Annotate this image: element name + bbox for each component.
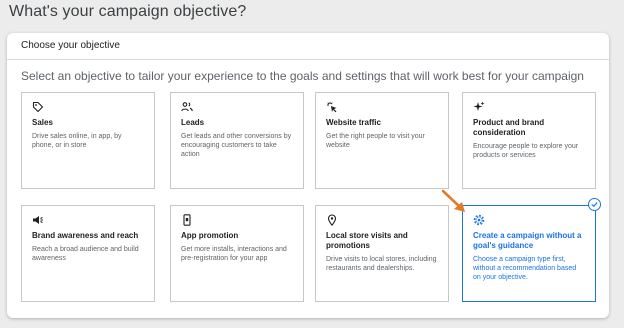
card-description: Get leads and other conversions by encou…: [181, 133, 292, 158]
cursor-click-icon: [327, 102, 337, 113]
gear-icon: [473, 214, 485, 226]
selected-check-icon: [588, 198, 601, 211]
objective-card-website-traffic[interactable]: Website traffic Get the right people to …: [315, 92, 449, 189]
card-description: Drive sales online, in app, by phone, or…: [32, 133, 122, 149]
card-title: Product and brand consideration: [473, 118, 545, 137]
page-title: What's your campaign objective?: [9, 3, 247, 20]
objective-panel: Choose your objective Select an objectiv…: [7, 33, 609, 318]
card-description: Choose a campaign type first, without a …: [473, 256, 577, 281]
megaphone-icon: [33, 216, 43, 224]
objective-card-sales[interactable]: Sales Drive sales online, in app, by pho…: [21, 92, 155, 189]
phone-icon: [183, 214, 191, 226]
tag-icon: [32, 101, 44, 113]
objective-card-no-goal-guidance[interactable]: Create a campaign without a goal's guida…: [462, 198, 601, 302]
objective-card-local-store-visits[interactable]: Local store visits and promotions Drive …: [315, 205, 449, 302]
card-title: App promotion: [181, 231, 239, 240]
card-title: Website traffic: [326, 118, 381, 127]
card-title: Brand awareness and reach: [32, 231, 139, 240]
panel-header: Choose your objective: [7, 33, 609, 60]
objective-card-brand-awareness[interactable]: Brand awareness and reach Reach a broad …: [21, 205, 155, 302]
panel-subtitle: Select an objective to tailor your exper…: [21, 69, 584, 83]
objective-card-leads[interactable]: Leads Get leads and other conversions by…: [170, 92, 304, 189]
sparkle-icon: [473, 101, 485, 111]
card-title: Create a campaign without a goal's guida…: [473, 231, 582, 250]
location-pin-icon: [327, 214, 337, 226]
card-description: Get the right people to visit your websi…: [326, 133, 425, 149]
card-description: Get more installs, interactions and pre-…: [181, 246, 287, 262]
objective-card-product-brand-consideration[interactable]: Product and brand consideration Encourag…: [462, 92, 596, 189]
people-icon: [181, 102, 193, 112]
objective-card-app-promotion[interactable]: App promotion Get more installs, interac…: [170, 205, 304, 302]
card-title: Local store visits and promotions: [326, 231, 408, 250]
annotation-arrow-icon: [441, 189, 465, 212]
card-title: Sales: [32, 118, 53, 127]
card-description: Drive visits to local stores, including …: [326, 256, 437, 272]
card-title: Leads: [181, 118, 205, 127]
card-description: Reach a broad audience and build awarene…: [32, 246, 139, 262]
card-description: Encourage people to explore your product…: [473, 143, 579, 159]
